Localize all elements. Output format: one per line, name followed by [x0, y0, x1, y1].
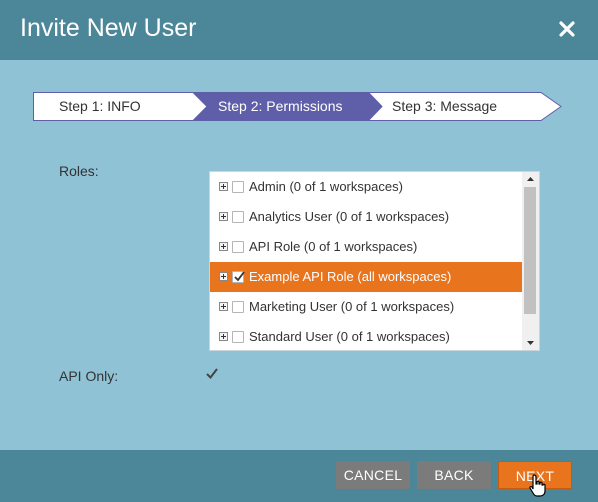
roles-scrollbar[interactable]	[522, 172, 539, 350]
arrow-down-icon	[527, 341, 534, 345]
expand-icon[interactable]	[219, 212, 228, 221]
step-info[interactable]: Step 1: INFO	[33, 92, 208, 121]
scroll-up-button[interactable]	[522, 172, 539, 186]
role-checkbox[interactable]	[232, 271, 245, 283]
expand-icon[interactable]	[219, 272, 228, 281]
role-label: Marketing User (0 of 1 workspaces)	[249, 299, 455, 314]
step-permissions-label: Step 2: Permissions	[218, 98, 343, 114]
roles-label: Roles:	[59, 163, 99, 179]
step-permissions[interactable]: Step 2: Permissions	[193, 92, 383, 121]
role-item-admin[interactable]: Admin (0 of 1 workspaces)	[210, 172, 523, 202]
back-button[interactable]: BACK	[417, 461, 491, 489]
checkmark-icon	[234, 271, 245, 282]
role-checkbox[interactable]	[232, 331, 244, 343]
checkmark-icon	[206, 368, 218, 380]
role-item-analytics-user[interactable]: Analytics User (0 of 1 workspaces)	[210, 202, 523, 232]
role-label: Example API Role (all workspaces)	[249, 269, 452, 284]
close-icon	[559, 21, 575, 37]
role-label: Standard User (0 of 1 workspaces)	[249, 329, 450, 344]
roles-list[interactable]: Admin (0 of 1 workspaces) Analytics User…	[209, 171, 540, 351]
role-checkbox[interactable]	[232, 181, 244, 193]
step-info-label: Step 1: INFO	[59, 98, 141, 114]
cancel-button[interactable]: CANCEL	[336, 461, 410, 489]
api-only-checkbox[interactable]	[205, 367, 219, 381]
step-message[interactable]: Step 3: Message	[368, 92, 563, 121]
role-item-example-api-role[interactable]: Example API Role (all workspaces)	[210, 262, 523, 292]
dialog-title: Invite New User	[20, 14, 197, 42]
step-message-label: Step 3: Message	[392, 98, 498, 114]
expand-icon[interactable]	[219, 182, 228, 191]
api-only-label: API Only:	[59, 368, 119, 384]
role-label: API Role (0 of 1 workspaces)	[249, 239, 418, 254]
role-item-standard-user[interactable]: Standard User (0 of 1 workspaces)	[210, 322, 523, 350]
invite-user-dialog: Invite New User Step 1: INFO Step 2: Per…	[0, 0, 598, 502]
expand-icon[interactable]	[219, 242, 228, 251]
dialog-header: Invite New User	[0, 0, 598, 60]
role-item-marketing-user[interactable]: Marketing User (0 of 1 workspaces)	[210, 292, 523, 322]
role-label: Analytics User (0 of 1 workspaces)	[249, 209, 450, 224]
role-checkbox[interactable]	[232, 211, 244, 223]
scroll-thumb[interactable]	[524, 187, 536, 314]
role-item-api-role[interactable]: API Role (0 of 1 workspaces)	[210, 232, 523, 262]
expand-icon[interactable]	[219, 332, 228, 341]
step-wizard: Step 1: INFO Step 2: Permissions Step 3:…	[33, 92, 563, 121]
hand-pointer-icon	[529, 474, 546, 497]
role-label: Admin (0 of 1 workspaces)	[249, 179, 403, 194]
role-checkbox[interactable]	[232, 301, 244, 313]
scroll-down-button[interactable]	[522, 336, 539, 350]
arrow-up-icon	[527, 177, 534, 181]
role-checkbox[interactable]	[232, 241, 244, 253]
expand-icon[interactable]	[219, 302, 228, 311]
close-button[interactable]	[556, 18, 578, 40]
